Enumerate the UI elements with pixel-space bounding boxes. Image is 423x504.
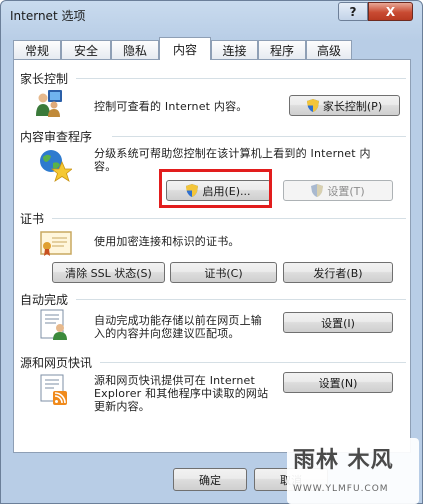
certificates-heading: 证书: [20, 212, 45, 226]
autocomplete-description-line-1: 自动完成功能存储以前在网页上输: [94, 314, 262, 327]
close-button[interactable]: X: [368, 2, 413, 21]
family-users-icon: [36, 90, 62, 117]
ok-button[interactable]: 确定: [173, 468, 247, 491]
content-advisor-description-line-1: 分级系统可帮助您控制在该计算机上看到的 Internet 内: [94, 147, 371, 160]
site-watermark: 雨林 木风 WWW.YLMFU.COM: [287, 438, 419, 504]
window-title: Internet 选项: [10, 9, 86, 23]
annotation-highlight-box: [159, 169, 272, 208]
certificates-group: 证书 使用加密连接和标识的证书。 清除 SSL 状态(S) 证书(C) 发行者(…: [20, 210, 406, 290]
autocomplete-group: 自动完成 自动完成功能存储以前在网页上输 入的内容并向您建议匹配项。 设置(I): [20, 291, 406, 351]
certificates-description: 使用加密连接和标识的证书。: [94, 235, 240, 248]
divider: [100, 362, 406, 363]
autocomplete-heading: 自动完成: [20, 293, 69, 307]
divider: [76, 299, 406, 300]
divider: [52, 218, 406, 219]
content-advisor-heading: 内容审查程序: [20, 130, 93, 144]
tab-programs[interactable]: 程序: [258, 40, 306, 59]
tab-connections[interactable]: 连接: [211, 40, 258, 59]
certificates-button[interactable]: 证书(C): [170, 262, 277, 283]
autocomplete-settings-button[interactable]: 设置(I): [283, 312, 393, 333]
parental-controls-description: 控制可查看的 Internet 内容。: [94, 100, 248, 113]
tab-general[interactable]: 常规: [13, 40, 61, 59]
feeds-description-line-2: Explorer 和其他程序中读取的网站: [94, 387, 269, 400]
tab-content[interactable]: 内容: [159, 37, 211, 60]
help-button[interactable]: ?: [338, 2, 368, 21]
feeds-group: 源和网页快讯 源和网页快讯提供可在 Internet Explorer 和其他程…: [20, 354, 406, 434]
uac-shield-icon: [306, 99, 319, 112]
divider: [112, 136, 406, 137]
internet-options-window: Internet 选项 ? X 常规 安全 隐私 内容 连接 程序 高级 家长控…: [0, 0, 423, 504]
autocomplete-description-line-2: 入的内容并向您建议匹配项。: [94, 327, 240, 340]
help-icon: ?: [349, 4, 357, 19]
content-advisor-settings-button[interactable]: 设置(T): [283, 180, 393, 201]
content-tab-panel: 家长控制 控制可查看的 Internet 内容。 家长控制(P) 内容审查程序 …: [13, 59, 411, 453]
certificate-icon: [40, 231, 72, 256]
parental-controls-heading: 家长控制: [20, 72, 69, 86]
feeds-description-line-1: 源和网页快讯提供可在 Internet: [94, 374, 255, 387]
feeds-heading: 源和网页快讯: [20, 356, 93, 370]
tab-security[interactable]: 安全: [61, 40, 111, 59]
tab-privacy[interactable]: 隐私: [111, 40, 159, 59]
feeds-description-line-3: 更新内容。: [94, 400, 150, 413]
parental-controls-button-label: 家长控制(P): [322, 99, 383, 113]
autocomplete-form-icon: [40, 309, 67, 340]
content-advisor-description-line-2: 容。: [94, 160, 117, 173]
parental-controls-group: 家长控制 控制可查看的 Internet 内容。 家长控制(P): [20, 70, 406, 120]
tab-advanced[interactable]: 高级: [306, 40, 352, 59]
watermark-logo-text: 雨林 木风: [293, 448, 394, 473]
parental-controls-button[interactable]: 家长控制(P): [289, 95, 400, 116]
content-advisor-settings-label: 设置(T): [327, 184, 365, 198]
feeds-settings-button[interactable]: 设置(N): [283, 372, 393, 393]
divider: [76, 78, 406, 79]
uac-shield-icon: [311, 184, 324, 197]
feeds-icon: [40, 374, 67, 405]
title-bar[interactable]: Internet 选项 ? X: [1, 1, 422, 31]
content-advisor-globe-icon: [40, 150, 72, 182]
watermark-url: WWW.YLMFU.COM: [293, 484, 389, 494]
close-icon: X: [385, 4, 396, 19]
publishers-button[interactable]: 发行者(B): [283, 262, 393, 283]
clear-ssl-state-button[interactable]: 清除 SSL 状态(S): [52, 262, 165, 283]
